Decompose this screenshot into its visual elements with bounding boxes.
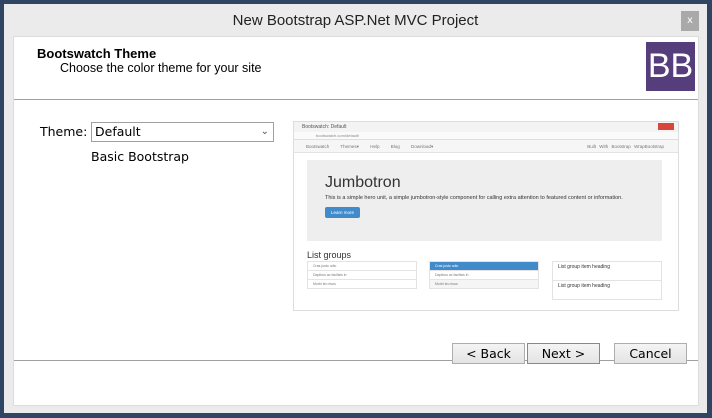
preview-list-1: Cras justo odio Dapibus ac facilisis in …	[307, 261, 417, 289]
theme-preview-image: Bootswatch: Default bootswatch.com/defau…	[293, 121, 679, 311]
preview-close-icon	[658, 123, 674, 130]
preview-list-title: List groups	[307, 250, 352, 260]
window-title: New Bootstrap ASP.Net MVC Project	[232, 12, 479, 29]
chevron-down-icon: ⌄	[260, 126, 269, 137]
next-button[interactable]: Next >	[527, 343, 600, 364]
close-button[interactable]: x	[681, 11, 699, 31]
list-item: List group item heading	[552, 280, 662, 300]
list-item: Morbi leo risus	[429, 279, 539, 289]
theme-select-value: Default	[95, 124, 141, 139]
preview-list-2: Cras justo odio Dapibus ac facilisis in …	[429, 261, 539, 289]
preview-tab: Bootswatch: Default	[294, 122, 678, 132]
preview-nav-left: Bootswatch Themes▾ Help Blog Download▾	[306, 144, 434, 149]
header-divider	[14, 99, 698, 100]
preview-address: bootswatch.com/default/	[294, 132, 678, 140]
bootstrap-logo: BB	[646, 42, 695, 91]
preview-jumbotron-title: Jumbotron	[325, 174, 401, 191]
preview-learn-more: Learn more	[325, 207, 361, 218]
preview-nav-right: Built With Bootstrap WrapBootstrap	[587, 144, 664, 149]
cancel-button[interactable]: Cancel	[614, 343, 687, 364]
page-subtitle: Choose the color theme for your site	[60, 61, 262, 75]
preview-navbar: Bootswatch Themes▾ Help Blog Download▾ Bu…	[294, 140, 678, 153]
theme-select[interactable]: Default ⌄	[91, 122, 274, 142]
page-title: Bootswatch Theme	[37, 46, 157, 61]
preview-list-3: List group item heading List group item …	[552, 261, 662, 300]
theme-description: Basic Bootstrap	[91, 149, 189, 164]
theme-label: Theme:	[40, 124, 88, 139]
preview-jumbotron-text: This is a simple hero unit, a simple jum…	[325, 195, 623, 201]
list-item: List group item heading	[552, 261, 662, 281]
back-button[interactable]: < Back	[452, 343, 525, 364]
preview-jumbotron: Jumbotron This is a simple hero unit, a …	[307, 160, 662, 241]
dialog-window: New Bootstrap ASP.Net MVC Project x Boot…	[4, 4, 707, 413]
list-item: Morbi leo risus	[307, 279, 417, 289]
